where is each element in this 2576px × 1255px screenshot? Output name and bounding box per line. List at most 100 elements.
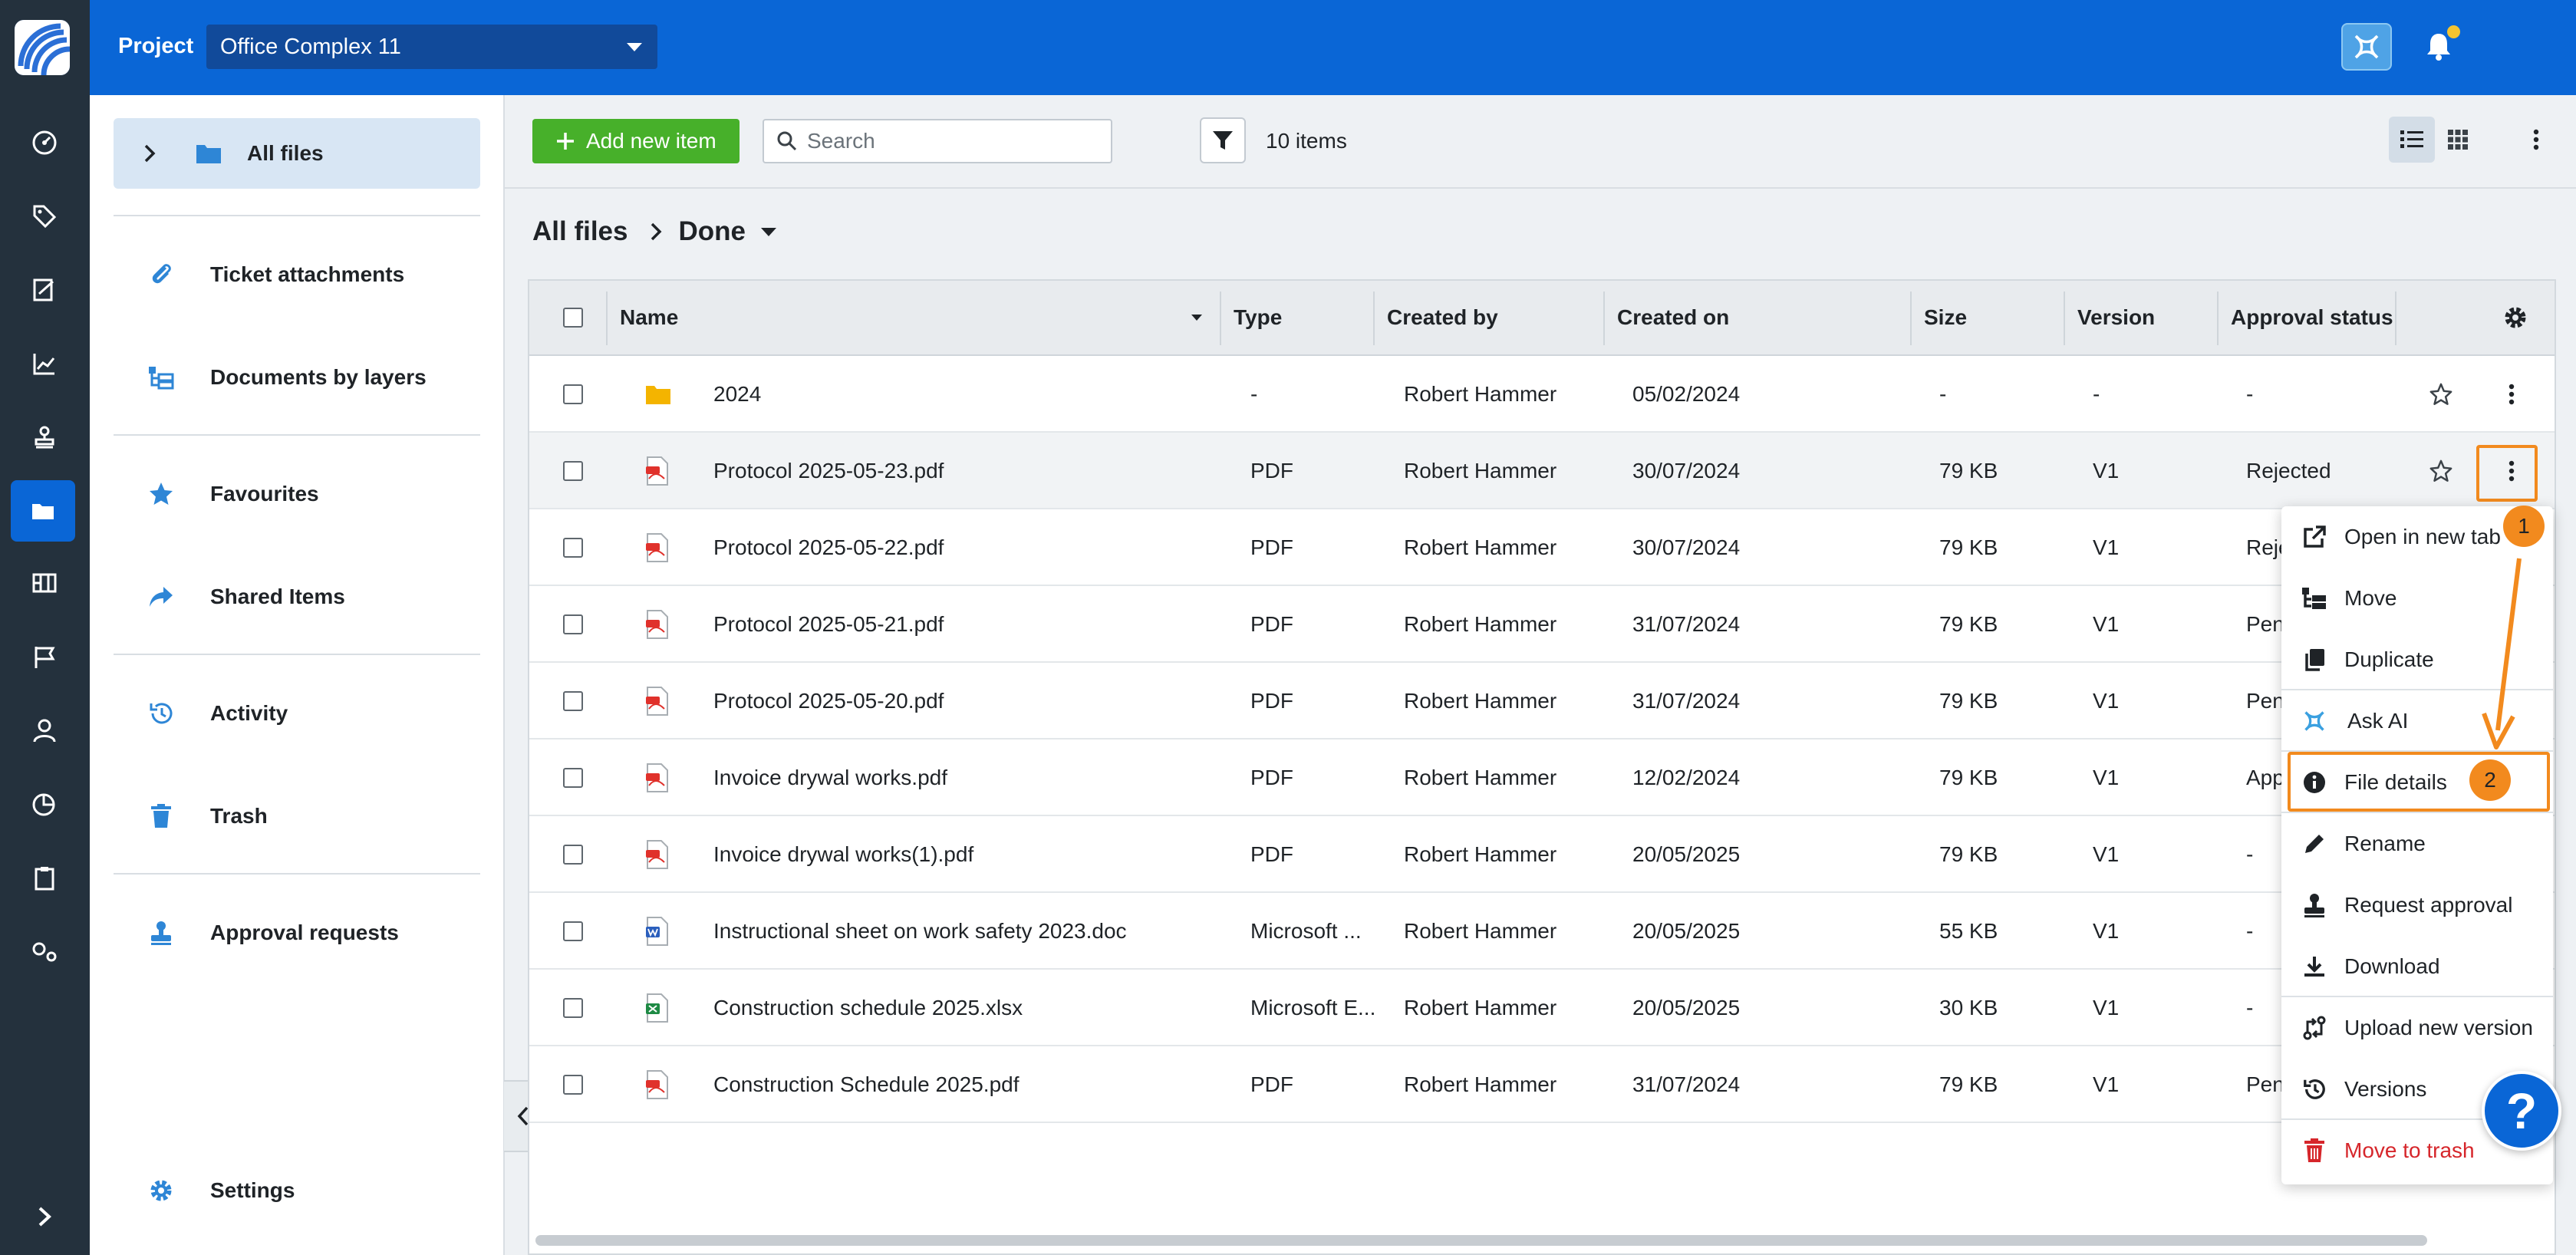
- file-name[interactable]: Construction schedule 2025.xlsx: [713, 970, 1023, 1046]
- row-checkbox[interactable]: [563, 461, 583, 481]
- table-row[interactable]: Instructional sheet on work safety 2023.…: [529, 893, 2555, 970]
- filter-button[interactable]: [1200, 117, 1246, 163]
- dashboard-icon[interactable]: [21, 120, 68, 166]
- select-all-checkbox[interactable]: [563, 308, 583, 328]
- sidebar-item-favourites[interactable]: Favourites: [114, 459, 480, 529]
- tag-icon[interactable]: [21, 193, 68, 239]
- row-menu-kebab-icon[interactable]: [2508, 356, 2515, 433]
- row-checkbox[interactable]: [563, 1075, 583, 1095]
- file-name[interactable]: Protocol 2025-05-22.pdf: [713, 509, 944, 586]
- column-settings-button[interactable]: [2502, 281, 2528, 354]
- row-checkbox[interactable]: [563, 768, 583, 788]
- expand-rail-icon[interactable]: [21, 1194, 68, 1240]
- stamp-icon[interactable]: [21, 414, 68, 460]
- row-checkbox[interactable]: [563, 998, 583, 1018]
- menu-item-rename[interactable]: Rename: [2281, 813, 2553, 875]
- file-name[interactable]: Protocol 2025-05-21.pdf: [713, 586, 944, 663]
- chart-icon[interactable]: [21, 341, 68, 387]
- clipboard-icon[interactable]: [21, 855, 68, 901]
- breadcrumb-root[interactable]: All files: [532, 216, 628, 247]
- sidebar-item-ticket-attachments[interactable]: Ticket attachments: [114, 239, 480, 310]
- row-checkbox-cell[interactable]: [563, 433, 583, 509]
- file-type: PDF: [1250, 689, 1293, 713]
- user-icon[interactable]: [21, 707, 68, 753]
- row-checkbox[interactable]: [563, 614, 583, 634]
- breadcrumb-current[interactable]: Done: [678, 216, 746, 247]
- file-name[interactable]: Protocol 2025-05-23.pdf: [713, 433, 944, 509]
- more-options-button[interactable]: [2513, 117, 2559, 163]
- favourite-star-icon[interactable]: [2429, 356, 2453, 433]
- menu-item-label: Ask AI: [2347, 709, 2409, 733]
- file-name[interactable]: Construction Schedule 2025.pdf: [713, 1046, 1020, 1123]
- search-input[interactable]: [807, 129, 1099, 153]
- sidebar-item-shared-items[interactable]: Shared Items: [114, 562, 480, 632]
- table-row[interactable]: Protocol 2025-05-23.pdf PDF Robert Hammer 3…: [529, 433, 2555, 509]
- horizontal-scrollbar[interactable]: [535, 1235, 2427, 1246]
- sidebar-item-documents-by-layers[interactable]: Documents by layers: [114, 342, 480, 413]
- column-header-created-by[interactable]: Created by: [1387, 281, 1498, 354]
- row-checkbox-cell[interactable]: [563, 356, 583, 433]
- select-all-checkbox-cell[interactable]: [563, 281, 583, 354]
- row-checkbox-cell[interactable]: [563, 509, 583, 586]
- app-logo[interactable]: [15, 20, 70, 75]
- table-row[interactable]: Protocol 2025-05-20.pdf PDF Robert Hammer 3…: [529, 663, 2555, 739]
- column-header-approval-status[interactable]: Approval status: [2231, 281, 2393, 354]
- pie-chart-icon[interactable]: [21, 781, 68, 827]
- sort-desc-icon[interactable]: [1191, 281, 1203, 354]
- row-checkbox-cell[interactable]: [563, 1046, 583, 1123]
- sidebar-item-all-files[interactable]: All files: [114, 118, 480, 189]
- column-header-name[interactable]: Name: [620, 281, 678, 354]
- list-view-button[interactable]: [2389, 117, 2435, 163]
- column-header-version[interactable]: Version: [2077, 281, 2155, 354]
- table-row[interactable]: Construction schedule 2025.xlsx Microsoft…: [529, 970, 2555, 1046]
- column-header-size[interactable]: Size: [1924, 281, 1967, 354]
- ai-icon: [2354, 35, 2379, 59]
- file-name[interactable]: 2024: [713, 356, 761, 433]
- sidebar-item-trash[interactable]: Trash: [114, 781, 480, 851]
- row-checkbox-cell[interactable]: [563, 663, 583, 739]
- row-checkbox[interactable]: [563, 845, 583, 865]
- file-version: V1: [2093, 919, 2120, 943]
- plans-icon[interactable]: [21, 560, 68, 606]
- menu-item-request-approval[interactable]: Request approval: [2281, 875, 2553, 936]
- file-name[interactable]: Instructional sheet on work safety 2023.…: [713, 893, 1127, 970]
- table-row[interactable]: Invoice drywal works(1).pdf PDF Robert Ham…: [529, 816, 2555, 893]
- favourite-star-icon[interactable]: [2429, 433, 2453, 509]
- row-checkbox[interactable]: [563, 538, 583, 558]
- sidebar-item-activity[interactable]: Activity: [114, 678, 480, 749]
- row-checkbox-cell[interactable]: [563, 586, 583, 663]
- file-name[interactable]: Invoice drywal works(1).pdf: [713, 816, 973, 893]
- row-checkbox[interactable]: [563, 921, 583, 941]
- table-row[interactable]: Protocol 2025-05-22.pdf PDF Robert Hammer 3…: [529, 509, 2555, 586]
- menu-item-upload-new-version[interactable]: Upload new version: [2281, 997, 2553, 1059]
- row-checkbox[interactable]: [563, 384, 583, 404]
- sidebar-item-approval-requests[interactable]: Approval requests: [114, 898, 480, 968]
- sidebar-item-settings[interactable]: Settings: [114, 1155, 480, 1226]
- add-new-item-button[interactable]: Add new item: [532, 119, 740, 163]
- document-edit-icon[interactable]: [21, 267, 68, 313]
- table-row[interactable]: Invoice drywal works.pdf PDF Robert Hammer…: [529, 739, 2555, 816]
- files-icon[interactable]: [11, 480, 75, 542]
- project-select[interactable]: Office Complex 11: [206, 25, 657, 69]
- row-checkbox[interactable]: [563, 691, 583, 711]
- help-button[interactable]: ?: [2482, 1071, 2561, 1151]
- row-checkbox-cell[interactable]: [563, 816, 583, 893]
- breadcrumb-dropdown-icon[interactable]: [760, 227, 776, 236]
- table-row[interactable]: Construction Schedule 2025.pdf PDF Robert …: [529, 1046, 2555, 1123]
- file-name[interactable]: Protocol 2025-05-20.pdf: [713, 663, 944, 739]
- column-header-type[interactable]: Type: [1234, 281, 1282, 354]
- settings-gears-icon[interactable]: [21, 928, 68, 974]
- search-box[interactable]: [763, 119, 1112, 163]
- table-row[interactable]: Protocol 2025-05-21.pdf PDF Robert Hammer 3…: [529, 586, 2555, 663]
- table-row[interactable]: 2024 - Robert Hammer 05/02/2024 - - -: [529, 356, 2555, 433]
- row-checkbox-cell[interactable]: [563, 970, 583, 1046]
- row-checkbox-cell[interactable]: [563, 739, 583, 816]
- row-checkbox-cell[interactable]: [563, 893, 583, 970]
- column-header-created-on[interactable]: Created on: [1617, 281, 1729, 354]
- file-approval-status: App: [2246, 766, 2284, 789]
- grid-view-button[interactable]: [2435, 117, 2481, 163]
- file-name[interactable]: Invoice drywal works.pdf: [713, 739, 947, 816]
- ai-assistant-button[interactable]: [2341, 23, 2392, 71]
- menu-item-download[interactable]: Download: [2281, 936, 2553, 997]
- flag-icon[interactable]: [21, 634, 68, 680]
